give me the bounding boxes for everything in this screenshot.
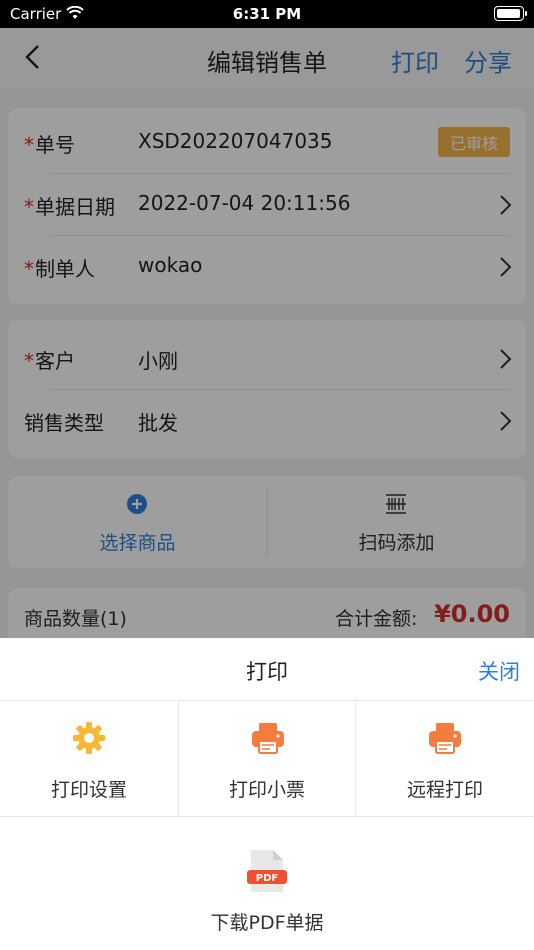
pdf-file-icon: PDF (247, 850, 287, 892)
download-pdf-option[interactable]: PDF 下载PDF单据 (178, 818, 356, 948)
sheet-title: 打印 (246, 660, 288, 684)
print-settings-option[interactable]: 打印设置 (0, 702, 178, 817)
printer-icon (429, 723, 461, 754)
status-bar: Carrier 6:31 PM (0, 0, 534, 28)
clock: 6:31 PM (232, 5, 302, 23)
sheet-header: 打印 关闭 (0, 638, 534, 701)
print-settings-label: 打印设置 (50, 779, 127, 801)
battery-icon (494, 6, 527, 21)
remote-print-option[interactable]: 远程打印 (356, 702, 534, 817)
printer-icon (252, 723, 284, 754)
download-pdf-label: 下载PDF单据 (210, 912, 324, 934)
print-receipt-label: 打印小票 (228, 779, 305, 801)
print-receipt-option[interactable]: 打印小票 (178, 702, 356, 817)
remote-print-label: 远程打印 (406, 779, 483, 801)
modal-overlay[interactable] (0, 28, 534, 638)
close-button[interactable]: 关闭 (478, 656, 520, 686)
print-action-sheet: 打印 关闭 打印设置 打印小票 远程打印 PDF 下载PDF单据 (0, 638, 534, 950)
gear-icon (73, 722, 105, 754)
pdf-icon-text: PDF (256, 873, 278, 884)
